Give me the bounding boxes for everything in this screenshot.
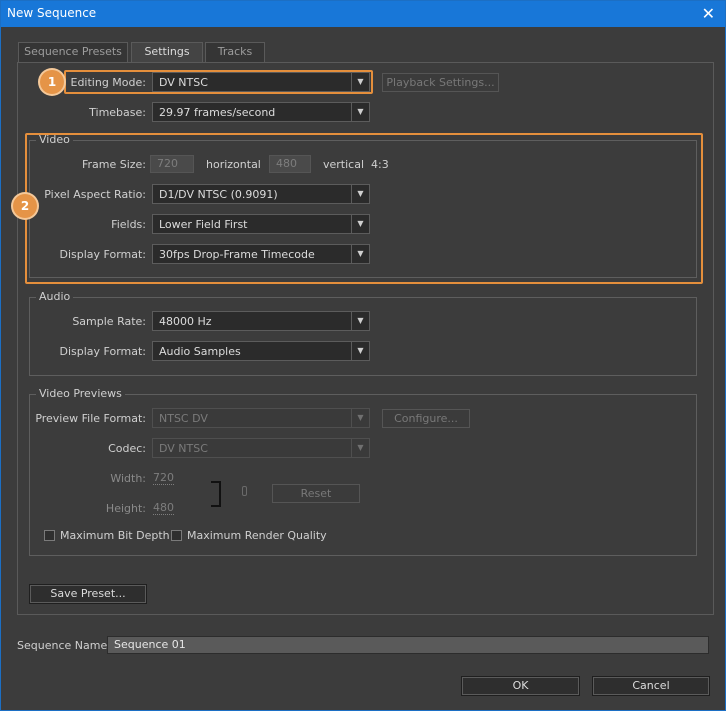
save-preset-button[interactable]: Save Preset... [29, 584, 147, 604]
max-bit-depth-checkbox[interactable] [44, 530, 55, 541]
cancel-button[interactable]: Cancel [592, 676, 710, 696]
editing-mode-highlight [64, 70, 373, 94]
preview-file-format-label: Preview File Format: [35, 412, 146, 425]
close-icon[interactable]: ✕ [702, 4, 715, 23]
sample-rate-dropdown[interactable]: 48000 Hz ▼ [152, 311, 370, 331]
preview-file-format-dropdown[interactable]: NTSC DV ▼ [152, 408, 370, 428]
codec-value: DV NTSC [159, 442, 208, 455]
timebase-label: Timebase: [89, 106, 146, 119]
annotation-badge-2: 2 [13, 194, 37, 218]
video-group-highlight [25, 133, 703, 284]
timebase-dropdown[interactable]: 29.97 frames/second ▼ [152, 102, 370, 122]
configure-button[interactable]: Configure... [382, 409, 470, 428]
window-title: New Sequence [7, 6, 97, 20]
link-chain-icon[interactable] [242, 486, 247, 496]
chevron-down-icon: ▼ [351, 409, 369, 427]
max-bit-depth-label: Maximum Bit Depth [60, 529, 170, 542]
chevron-down-icon: ▼ [351, 342, 369, 360]
chevron-down-icon: ▼ [351, 312, 369, 330]
annotation-badge-1: 1 [40, 70, 64, 94]
preview-file-format-value: NTSC DV [159, 412, 208, 425]
sequence-name-label: Sequence Name: [17, 639, 111, 652]
new-sequence-dialog: New Sequence ✕ Sequence Presets Settings… [0, 0, 726, 711]
sample-rate-value: 48000 Hz [159, 315, 212, 328]
title-bar[interactable]: New Sequence ✕ [1, 1, 725, 27]
playback-settings-button[interactable]: Playback Settings... [382, 73, 499, 92]
dimension-link-bracket [211, 481, 221, 507]
max-render-quality-label: Maximum Render Quality [187, 529, 327, 542]
tab-tracks[interactable]: Tracks [205, 42, 265, 62]
preview-width-label: Width: [110, 472, 146, 485]
reset-button[interactable]: Reset [272, 484, 360, 503]
timebase-value: 29.97 frames/second [159, 106, 276, 119]
tab-sequence-presets[interactable]: Sequence Presets [18, 42, 128, 62]
codec-label: Codec: [108, 442, 146, 455]
preview-width-value[interactable]: 720 [153, 472, 174, 485]
sample-rate-label: Sample Rate: [72, 315, 146, 328]
audio-group: Audio [29, 290, 697, 376]
ok-button[interactable]: OK [461, 676, 580, 696]
sequence-name-input[interactable]: Sequence 01 [107, 636, 709, 654]
max-render-quality-checkbox[interactable] [171, 530, 182, 541]
chevron-down-icon: ▼ [351, 103, 369, 121]
audio-display-format-label: Display Format: [59, 345, 146, 358]
video-previews-group-title: Video Previews [36, 387, 125, 400]
preview-height-value[interactable]: 480 [153, 502, 174, 515]
preview-height-label: Height: [105, 502, 146, 515]
tab-settings[interactable]: Settings [131, 42, 203, 63]
audio-display-format-dropdown[interactable]: Audio Samples ▼ [152, 341, 370, 361]
chevron-down-icon: ▼ [351, 439, 369, 457]
audio-group-title: Audio [36, 290, 74, 303]
codec-dropdown[interactable]: DV NTSC ▼ [152, 438, 370, 458]
audio-display-format-value: Audio Samples [159, 345, 241, 358]
